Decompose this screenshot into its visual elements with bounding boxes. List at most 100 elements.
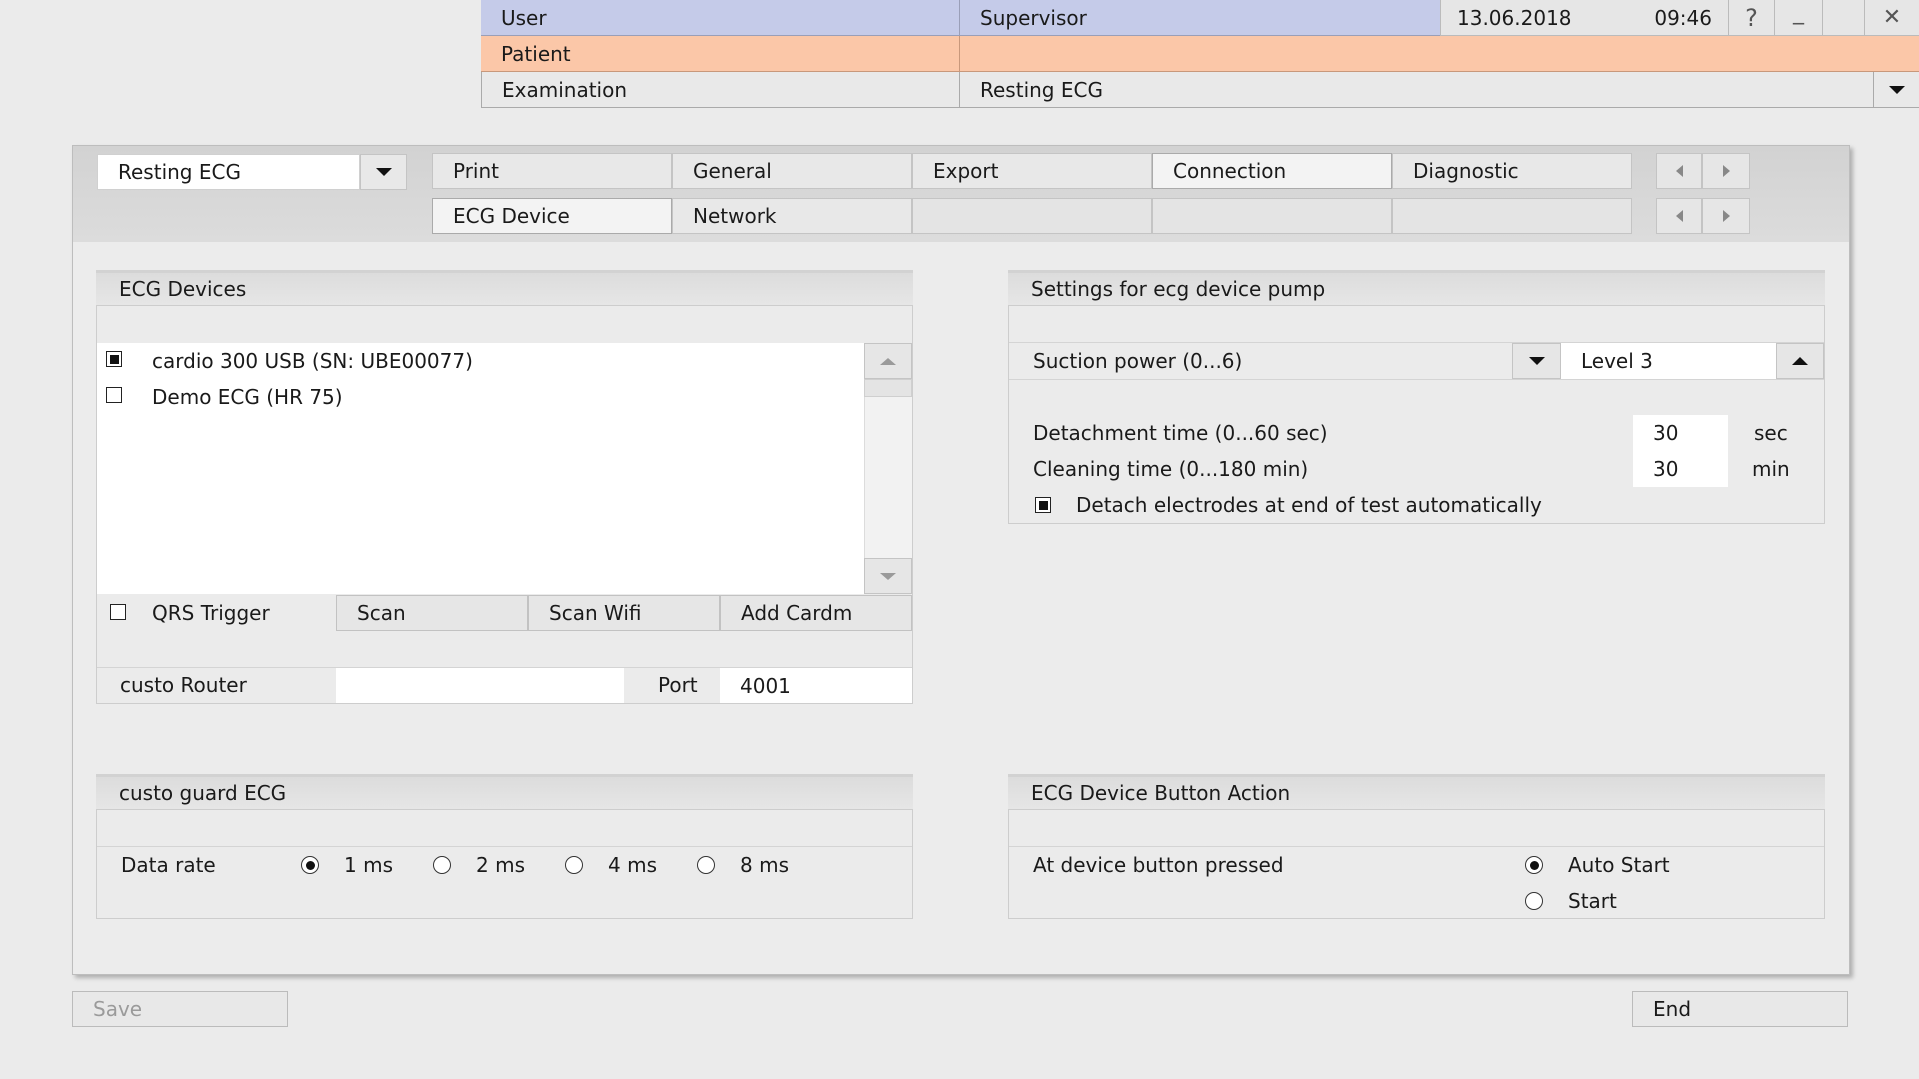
port-input[interactable]: 4001 [720,668,912,703]
ecg-devices-header: ECG Devices [96,270,913,306]
examination-value: Resting ECG [980,77,1103,102]
examination-label: Examination [502,77,628,102]
arrow-left-icon [1675,165,1683,177]
tab-empty [1392,198,1632,234]
arrow-down-icon [880,572,896,580]
user-value-cell[interactable]: Supervisor [960,0,1440,36]
button-pressed-label: At device button pressed [1033,853,1284,877]
datetime-display: 13.06.2018 09:46 [1440,0,1728,36]
tab-network[interactable]: Network [672,198,912,234]
auto-start-label[interactable]: Auto Start [1568,851,1670,879]
pump-settings-header: Settings for ecg device pump [1008,270,1825,306]
data-rate-option-label[interactable]: 4 ms [608,851,657,879]
suction-decrease-button[interactable] [1512,343,1561,379]
examination-select[interactable]: Resting ECG [960,72,1873,108]
time-text: 09:46 [1654,5,1712,30]
cleaning-input[interactable]: 30 [1633,451,1728,487]
tab-print[interactable]: Print [432,153,672,189]
detachment-input[interactable]: 30 [1633,415,1728,451]
tab-empty [912,198,1152,234]
chevron-down-icon [375,168,392,176]
suction-value[interactable]: Level 3 [1561,343,1776,379]
chevron-down-icon [1888,85,1905,94]
tabs-next-button[interactable] [1702,153,1750,189]
help-icon[interactable]: ? [1728,0,1774,36]
scan-button[interactable]: Scan [336,595,528,631]
section-title: ECG Device Button Action [1031,781,1291,805]
examination-dropdown-button[interactable] [1873,72,1919,108]
scan-wifi-button[interactable]: Scan Wifi [528,595,720,631]
scroll-down-button[interactable] [864,558,912,594]
tab-export[interactable]: Export [912,153,1152,189]
scroll-up-button[interactable] [864,343,912,379]
start-label[interactable]: Start [1568,887,1617,915]
start-radio[interactable] [1525,892,1543,910]
save-button[interactable]: Save [72,991,288,1027]
qrs-trigger-label[interactable]: QRS Trigger [152,599,270,627]
arrow-left-icon [1675,210,1683,222]
data-rate-option-label[interactable]: 1 ms [344,851,393,879]
section-title: Settings for ecg device pump [1031,277,1326,301]
button-action-header: ECG Device Button Action [1008,774,1825,810]
divider [97,846,912,847]
device-item-checkbox[interactable] [106,351,122,367]
examination-label-cell: Examination [481,72,960,108]
end-button[interactable]: End [1632,991,1848,1027]
tab-diagnostic[interactable]: Diagnostic [1392,153,1632,189]
chevron-down-icon [1528,357,1545,365]
divider [1009,846,1824,847]
scroll-thumb[interactable] [864,379,912,397]
custo-guard-header: custo guard ECG [96,774,913,810]
tab-connection[interactable]: Connection [1152,153,1392,189]
device-item-label[interactable]: Demo ECG (HR 75) [152,383,343,411]
detach-auto-label[interactable]: Detach electrodes at end of test automat… [1076,491,1542,519]
section-title: custo guard ECG [119,781,287,805]
patient-label: Patient [501,41,571,66]
arrow-right-icon [1722,210,1730,222]
tab-empty [1152,198,1392,234]
suction-increase-button[interactable] [1776,343,1824,379]
auto-start-radio[interactable] [1525,856,1543,874]
device-list[interactable] [97,343,864,594]
subtabs-next-button[interactable] [1702,198,1750,234]
subtabs-prev-button[interactable] [1656,198,1702,234]
suction-label: Suction power (0...6) [1033,349,1243,373]
data-rate-radio-4ms[interactable] [565,856,583,874]
patient-label-cell: Patient [481,36,960,72]
patient-value-cell[interactable] [960,36,1919,72]
tab-general[interactable]: General [672,153,912,189]
section-title: ECG Devices [119,277,247,301]
tabs-prev-button[interactable] [1656,153,1702,189]
router-input[interactable] [336,668,624,703]
minimize-icon[interactable]: _ [1774,0,1822,36]
detachment-label: Detachment time (0...60 sec) [1033,421,1328,445]
device-item-label[interactable]: cardio 300 USB (SN: UBE00077) [152,347,473,375]
user-label: User [501,5,547,30]
module-select-value: Resting ECG [118,160,241,184]
module-dropdown-button[interactable] [360,154,407,190]
data-rate-option-label[interactable]: 2 ms [476,851,525,879]
detachment-unit: sec [1754,421,1788,445]
router-label: custo Router [120,673,247,697]
module-select[interactable]: Resting ECG [97,154,360,190]
divider [1009,379,1824,380]
add-cardm-button[interactable]: Add Cardm [720,595,912,631]
data-rate-radio-8ms[interactable] [697,856,715,874]
spacer-button [1822,0,1864,36]
cleaning-label: Cleaning time (0...180 min) [1033,457,1309,481]
close-icon[interactable]: ✕ [1864,0,1919,36]
device-item-checkbox[interactable] [106,387,122,403]
user-label-cell: User [481,0,960,36]
chevron-up-icon [1792,357,1808,365]
qrs-trigger-checkbox[interactable] [110,604,126,620]
detach-auto-checkbox[interactable] [1035,497,1051,513]
data-rate-radio-2ms[interactable] [433,856,451,874]
port-label: Port [658,673,698,697]
cleaning-unit: min [1752,457,1790,481]
data-rate-radio-1ms[interactable] [301,856,319,874]
tab-ecg-device[interactable]: ECG Device [432,198,672,234]
date-text: 13.06.2018 [1457,5,1572,30]
data-rate-option-label[interactable]: 8 ms [740,851,789,879]
data-rate-label: Data rate [121,853,216,877]
arrow-right-icon [1722,165,1730,177]
